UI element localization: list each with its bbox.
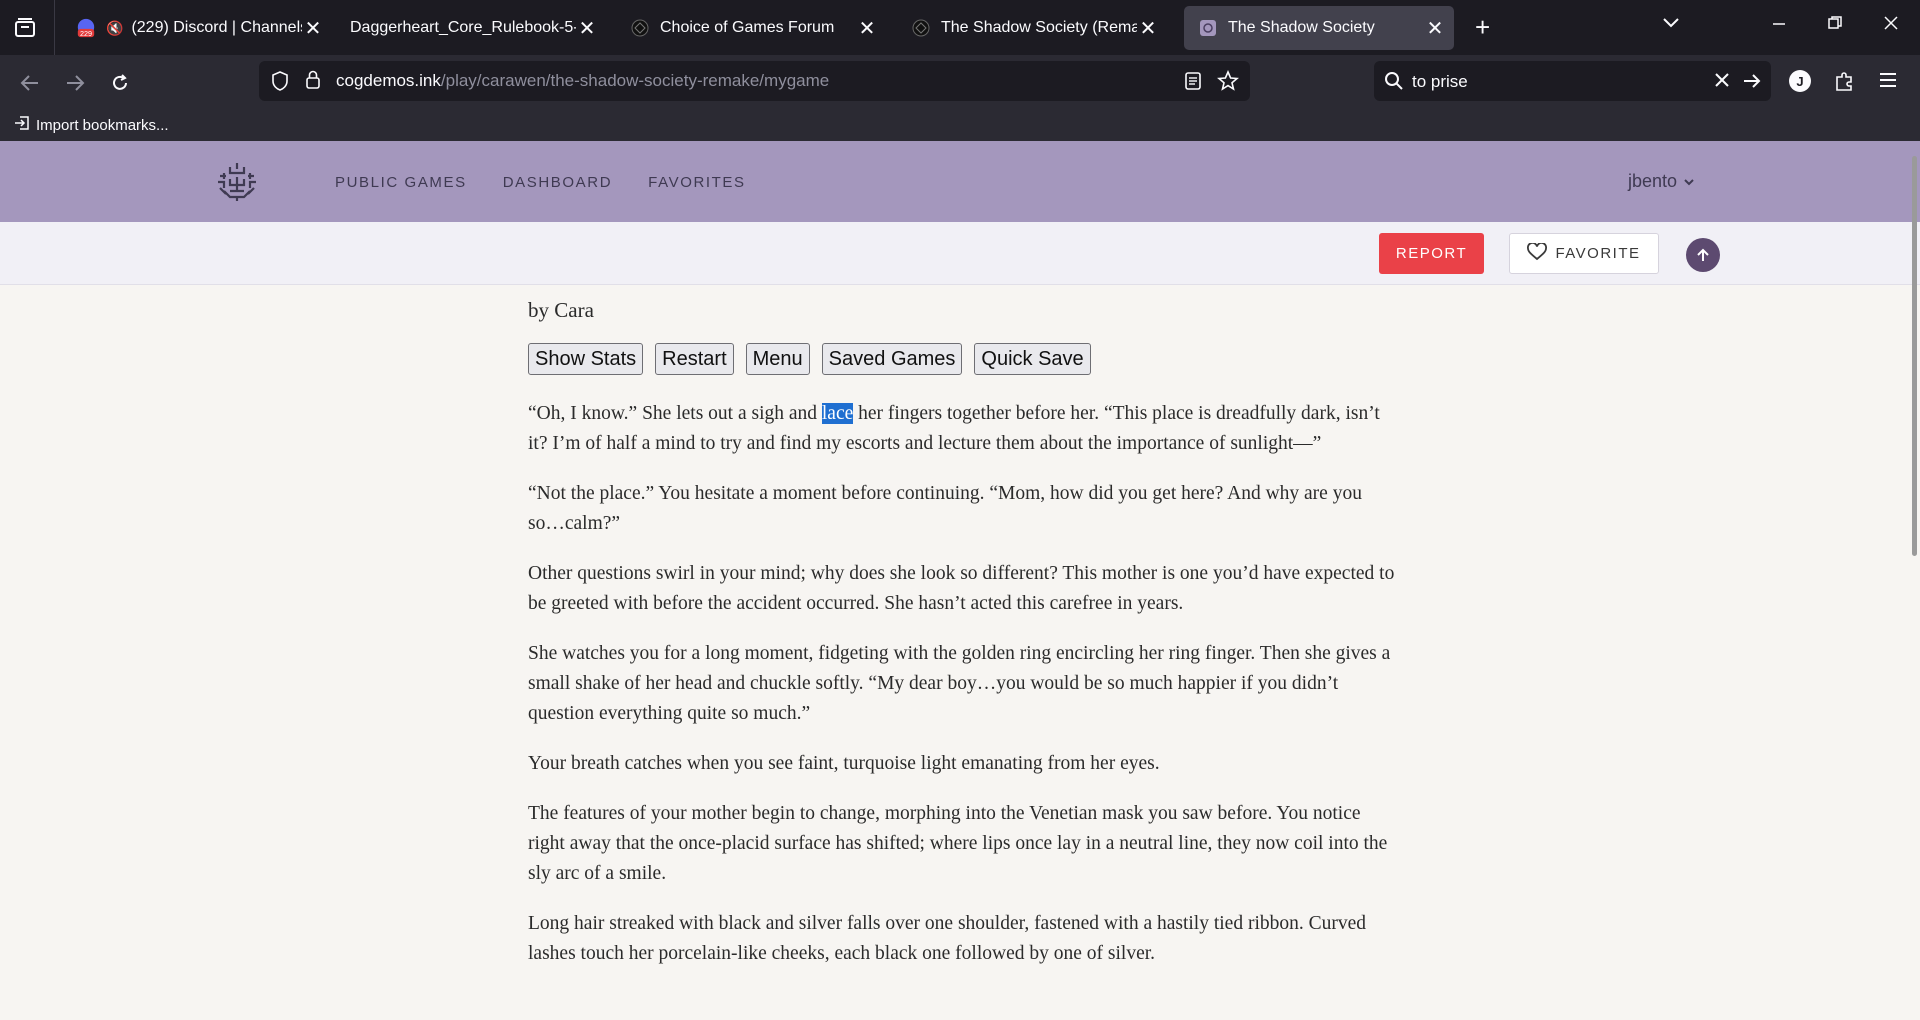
story-paragraph: The features of your mother begin to cha… [528, 803, 1388, 884]
tracking-protection-shield-icon[interactable] [271, 71, 289, 96]
minimize-icon[interactable] [1772, 14, 1786, 35]
saved-games-button[interactable]: Saved Games [821, 343, 963, 375]
extensions-puzzle-icon[interactable] [1834, 70, 1856, 97]
tab-title: (229) Discord | Channels & [131, 19, 302, 36]
paragraph-text: “Oh, I know.” She lets out a sigh and [528, 403, 822, 424]
game-action-bar: REPORT FAVORITE [0, 222, 1920, 285]
author-byline: by Cara [528, 298, 594, 322]
close-tab-icon[interactable]: ✕ [1137, 16, 1159, 41]
import-icon [14, 115, 30, 135]
tab-separator [54, 0, 55, 55]
bookmarks-toolbar: Import bookmarks... [0, 109, 1920, 141]
user-menu[interactable]: jbento [1628, 171, 1695, 192]
search-input[interactable] [1410, 68, 1714, 96]
tab-choice-of-games[interactable]: Choice of Games Forum ✕ [616, 6, 886, 50]
close-tab-icon[interactable]: ✕ [576, 16, 598, 41]
new-tab-icon[interactable]: + [1475, 14, 1490, 40]
tab-shadow-society[interactable]: The Shadow Society ✕ [1184, 6, 1454, 50]
url-bar[interactable]: cogdemos.ink/play/carawen/the-shadow-soc… [259, 61, 1250, 101]
account-avatar[interactable]: J [1789, 70, 1811, 92]
game-content: by Cara Show Stats Restart Menu Saved Ga… [528, 298, 1398, 989]
forward-arrow-icon[interactable] [61, 69, 89, 97]
import-bookmarks-link[interactable]: Import bookmarks... [14, 115, 169, 135]
heart-icon [1527, 241, 1548, 265]
story-paragraph: Other questions swirl in your mind; why … [528, 563, 1395, 614]
selected-text-highlight: lace [821, 403, 854, 424]
chevron-down-icon [1683, 171, 1695, 192]
show-stats-button[interactable]: Show Stats [528, 343, 644, 375]
clear-search-icon[interactable] [1714, 72, 1730, 93]
nav-dashboard[interactable]: DASHBOARD [503, 174, 612, 191]
scroll-to-top-arrow-icon[interactable] [1686, 238, 1720, 272]
hamburger-menu-icon[interactable] [1879, 72, 1897, 93]
restore-icon[interactable] [1828, 14, 1842, 35]
nav-public-games[interactable]: PUBLIC GAMES [335, 174, 467, 191]
tab-title: The Shadow Society [1228, 19, 1375, 36]
tab-title: Daggerheart_Core_Rulebook-5-20-2 [350, 19, 576, 36]
game-button-row: Show Stats Restart Menu Saved Games Quic… [528, 343, 1398, 375]
cog-forum-icon [911, 18, 931, 38]
bookmark-label: Import bookmarks... [36, 116, 169, 134]
cogdemos-icon [1198, 18, 1218, 38]
muted-speaker-icon[interactable]: 🔇 [106, 20, 123, 37]
tab-discord[interactable]: 229 🔇 (229) Discord | Channels & ✕ [62, 6, 332, 50]
story-paragraph: “Oh, I know.” She lets out a sigh and la… [528, 399, 1398, 459]
close-window-icon[interactable] [1884, 14, 1898, 35]
tab-shadow-society-remake[interactable]: The Shadow Society (Remake) ( ✕ [897, 6, 1167, 50]
cog-forum-icon [630, 18, 650, 38]
close-tab-icon[interactable]: ✕ [856, 16, 878, 41]
search-icon [1384, 71, 1404, 96]
username: jbento [1628, 171, 1678, 191]
navigation-toolbar: cogdemos.ink/play/carawen/the-shadow-soc… [0, 55, 1920, 109]
quick-save-button[interactable]: Quick Save [974, 343, 1091, 375]
favorite-label: FAVORITE [1555, 245, 1641, 262]
reader-view-icon[interactable] [1184, 71, 1202, 96]
list-all-tabs-icon[interactable] [10, 14, 40, 42]
padlock-icon[interactable] [305, 70, 321, 95]
close-tab-icon[interactable]: ✕ [1424, 16, 1446, 41]
url-text[interactable]: cogdemos.ink/play/carawen/the-shadow-soc… [336, 71, 829, 91]
favorite-button[interactable]: FAVORITE [1509, 233, 1659, 274]
svg-text:229: 229 [80, 29, 92, 38]
page-scrollbar[interactable] [1912, 156, 1917, 556]
site-nav: PUBLIC GAMES DASHBOARD FAVORITES [335, 174, 746, 191]
nav-favorites[interactable]: FAVORITES [648, 174, 745, 191]
story-paragraph: “Not the place.” You hesitate a moment b… [528, 483, 1362, 534]
tab-bar: 229 🔇 (229) Discord | Channels & ✕ Dagge… [0, 0, 1920, 55]
back-arrow-icon[interactable] [16, 69, 44, 97]
bookmark-star-icon[interactable] [1217, 69, 1239, 97]
story-paragraph: She watches you for a long moment, fidge… [528, 643, 1391, 724]
restart-button[interactable]: Restart [655, 343, 734, 375]
tab-title: Choice of Games Forum [660, 19, 835, 36]
report-button[interactable]: REPORT [1379, 233, 1484, 274]
go-arrow-icon[interactable] [1742, 71, 1762, 96]
site-logo-icon[interactable] [216, 161, 258, 208]
story-paragraph: Your breath catches when you see faint, … [528, 753, 1160, 774]
reload-icon[interactable] [106, 69, 134, 97]
close-tab-icon[interactable]: ✕ [302, 16, 324, 41]
tab-overflow-chevron-icon[interactable] [1662, 16, 1680, 34]
site-header: PUBLIC GAMES DASHBOARD FAVORITES jbento [0, 141, 1920, 222]
story-paragraph: Long hair streaked with black and silver… [528, 913, 1367, 964]
tab-title: The Shadow Society (Remake) ( [941, 19, 1137, 36]
search-bar[interactable] [1374, 61, 1771, 101]
menu-button[interactable]: Menu [745, 343, 810, 375]
tab-daggerheart[interactable]: Daggerheart_Core_Rulebook-5-20-2 ✕ [336, 6, 606, 50]
discord-icon: 229 [76, 18, 96, 38]
